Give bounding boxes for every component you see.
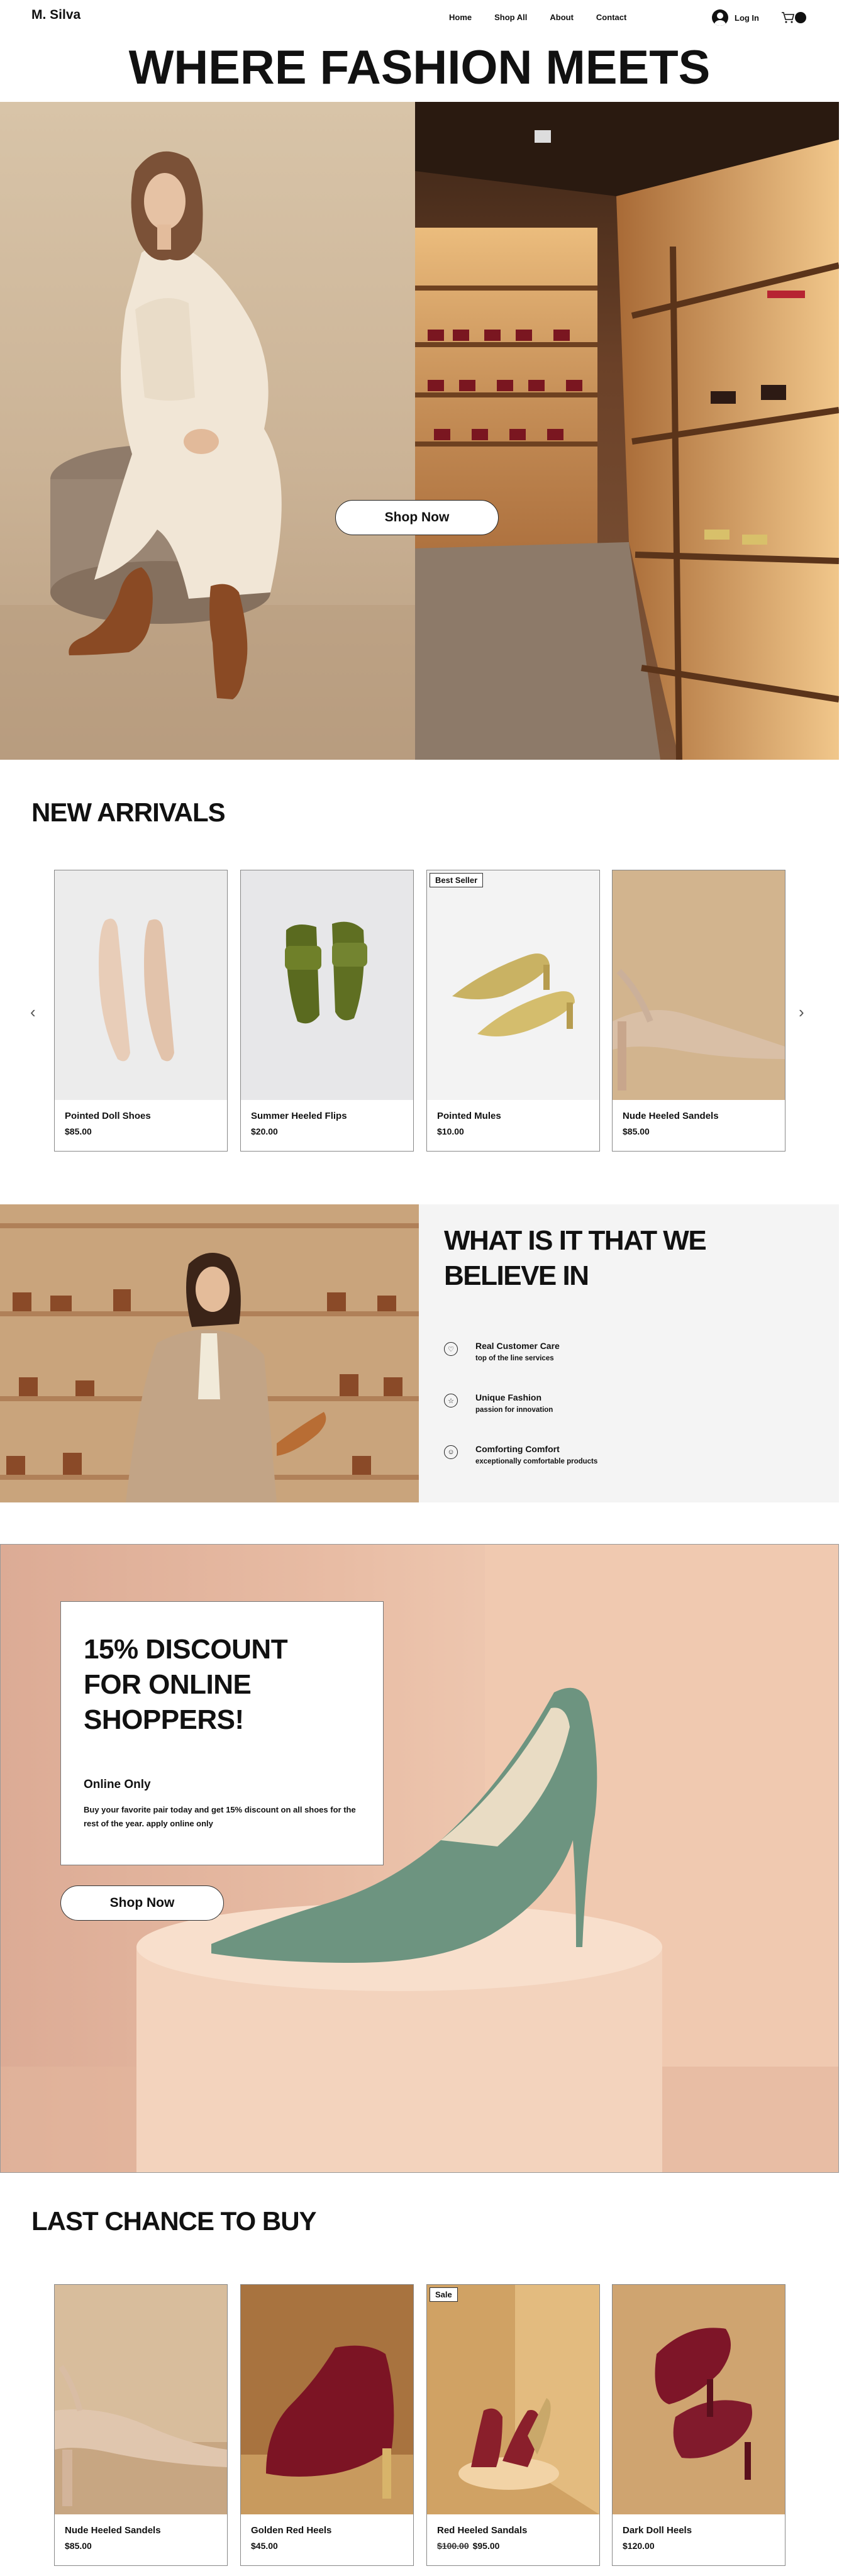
product-old-price: $100.00	[437, 2541, 469, 2551]
heart-icon: ♡	[444, 1342, 458, 1356]
belief-subtitle: exceptionally comfortable products	[475, 1458, 598, 1465]
belief-title: Comforting Comfort	[475, 1444, 560, 1454]
hero-model-image	[0, 102, 415, 760]
product-name[interactable]: Dark Doll Heels	[623, 2525, 692, 2536]
login-button[interactable]: Log In	[712, 9, 759, 26]
product-name[interactable]: Pointed Doll Shoes	[65, 1111, 151, 1121]
product-price: $85.00	[623, 1126, 650, 1136]
product-image[interactable]	[613, 2285, 785, 2514]
discount-shop-now-button[interactable]: Shop Now	[60, 1885, 224, 1921]
product-card[interactable]: Golden Red Heels $45.00	[240, 2284, 414, 2566]
product-name[interactable]: Red Heeled Sandals	[437, 2525, 527, 2536]
belief-title: Real Customer Care	[475, 1341, 560, 1351]
discount-subtitle: Online Only	[84, 1778, 151, 1791]
chevron-left-icon[interactable]: ‹	[30, 1002, 36, 1022]
product-card[interactable]: Summer Heeled Flips $20.00	[240, 870, 414, 1152]
product-price: $10.00	[437, 1126, 464, 1136]
best-seller-badge: Best Seller	[430, 873, 484, 887]
product-card[interactable]: Nude Heeled Sandels $85.00	[54, 2284, 228, 2566]
product-price: $85.00	[65, 2541, 92, 2551]
discount-title-line2: FOR ONLINE	[84, 1669, 252, 1700]
cart-button[interactable]	[781, 10, 807, 25]
smile-icon: ☺	[444, 1445, 458, 1459]
product-price: $120.00	[623, 2541, 655, 2551]
site-logo[interactable]: M. Silva	[31, 8, 80, 23]
site-header: M. Silva Home Shop All About Contact Log…	[0, 0, 849, 38]
believe-title-line1: WHAT IS IT THAT WE	[444, 1225, 707, 1256]
product-price: $85.00	[65, 1126, 92, 1136]
last-chance-title: LAST CHANCE TO BUY	[31, 2206, 317, 2236]
product-image[interactable]	[427, 870, 599, 1100]
cart-count-badge	[795, 12, 806, 23]
product-name[interactable]: Nude Heeled Sandels	[65, 2525, 161, 2536]
believe-title-line2: BELIEVE IN	[444, 1260, 589, 1291]
product-price: $20.00	[251, 1126, 278, 1136]
belief-subtitle: passion for innovation	[475, 1406, 553, 1414]
hero-store-image	[415, 102, 839, 760]
product-image[interactable]	[55, 2285, 227, 2514]
hero-shop-now-button[interactable]: Shop Now	[335, 500, 499, 535]
chevron-right-icon[interactable]: ›	[799, 1002, 804, 1022]
cart-icon	[782, 12, 795, 23]
nav-home[interactable]: Home	[449, 13, 472, 22]
discount-banner: 15% DISCOUNT FOR ONLINE SHOPPERS! Online…	[0, 1544, 839, 2173]
nav-contact[interactable]: Contact	[596, 13, 626, 22]
believe-title: WHAT IS IT THAT WE BELIEVE IN	[444, 1223, 707, 1294]
product-name[interactable]: Golden Red Heels	[251, 2525, 331, 2536]
avatar-icon	[712, 9, 728, 26]
product-image[interactable]	[427, 2285, 599, 2514]
star-icon: ☆	[444, 1394, 458, 1407]
product-card[interactable]: Nude Heeled Sandels $85.00	[612, 870, 785, 1152]
product-name[interactable]: Pointed Mules	[437, 1111, 501, 1121]
believe-panel: WHAT IS IT THAT WE BELIEVE IN ♡ Real Cus…	[419, 1204, 839, 1502]
login-label: Log In	[735, 13, 759, 23]
product-price: $45.00	[251, 2541, 278, 2551]
nav-shop-all[interactable]: Shop All	[494, 13, 527, 22]
product-image[interactable]	[241, 2285, 413, 2514]
product-card[interactable]: Dark Doll Heels $120.00	[612, 2284, 785, 2566]
discount-title-line1: 15% DISCOUNT	[84, 1634, 288, 1665]
discount-card: 15% DISCOUNT FOR ONLINE SHOPPERS! Online…	[60, 1601, 384, 1865]
product-sale-price: $95.00	[472, 2541, 500, 2551]
discount-text: Buy your favorite pair today and get 15%…	[84, 1805, 356, 1828]
product-name[interactable]: Summer Heeled Flips	[251, 1111, 347, 1121]
product-card[interactable]: Pointed Doll Shoes $85.00	[54, 870, 228, 1152]
main-nav: Home Shop All About Contact	[449, 13, 649, 22]
product-card[interactable]: Sale Red Heeled Sandals $100.00 $95.00	[426, 2284, 600, 2566]
belief-subtitle: top of the line services	[475, 1355, 554, 1362]
sale-badge: Sale	[430, 2287, 458, 2302]
discount-title-line3: SHOPPERS!	[84, 1704, 244, 1735]
product-image[interactable]	[613, 870, 785, 1100]
nav-about[interactable]: About	[550, 13, 574, 22]
believe-image	[0, 1204, 419, 1502]
product-price: $100.00 $95.00	[437, 2541, 499, 2551]
product-card[interactable]: Best Seller Pointed Mules $10.00	[426, 870, 600, 1152]
product-image[interactable]	[241, 870, 413, 1100]
new-arrivals-title: NEW ARRIVALS	[31, 797, 226, 827]
discount-title: 15% DISCOUNT FOR ONLINE SHOPPERS!	[84, 1632, 288, 1738]
product-name[interactable]: Nude Heeled Sandels	[623, 1111, 719, 1121]
product-image[interactable]	[55, 870, 227, 1100]
belief-title: Unique Fashion	[475, 1392, 541, 1402]
hero-banner: Shop Now	[0, 102, 839, 760]
